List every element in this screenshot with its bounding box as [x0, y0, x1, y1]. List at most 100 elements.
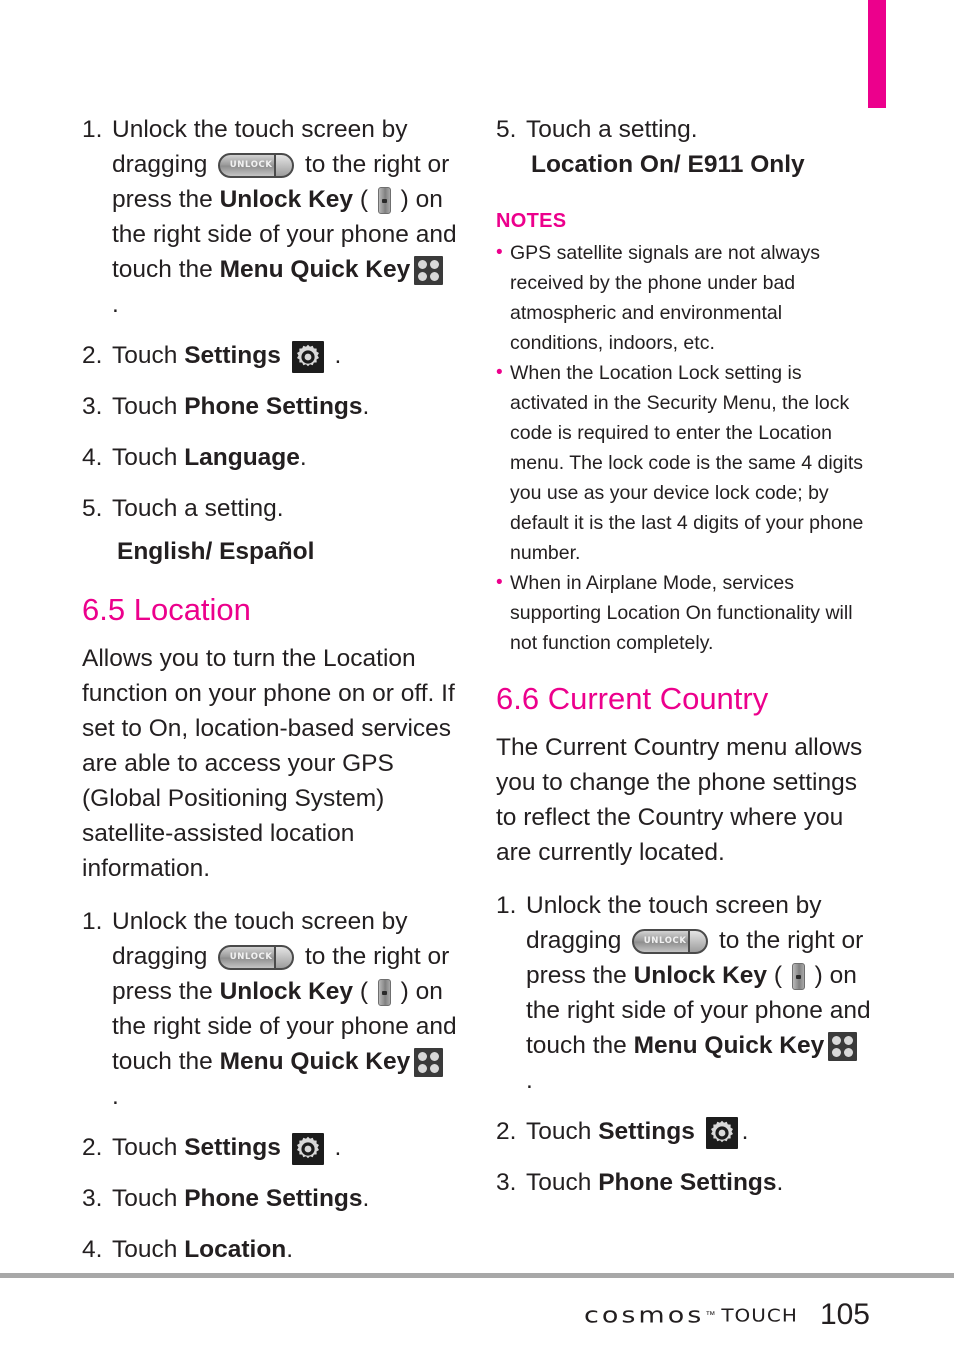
list-number: 2.	[82, 342, 103, 369]
phone-settings-term: Phone Settings	[184, 393, 363, 420]
step-text-e: .	[526, 1067, 533, 1094]
step-text-e: .	[112, 291, 119, 318]
page-number: 105	[819, 1298, 870, 1331]
menu-quick-key-icon	[828, 1032, 858, 1062]
list-number: 3.	[82, 1185, 103, 1212]
step-text-post: .	[362, 393, 370, 420]
settings-gear-icon	[291, 340, 324, 373]
brand-logo-cosmos: cosmos	[584, 1302, 705, 1328]
unlock-side-key-icon	[377, 187, 391, 215]
list-text: Touch a setting.	[112, 495, 284, 522]
list-text: Touch Settings .	[112, 1130, 460, 1165]
language-term: Language	[184, 444, 300, 471]
menu-quick-key-icon	[414, 256, 444, 286]
list-item: 3. Touch Phone Settings.	[496, 1165, 874, 1200]
unlock-slider-cap	[274, 947, 293, 969]
unlock-slider-label: UNLOCK	[643, 936, 687, 947]
list-number: 5.	[496, 116, 517, 143]
step-text: Touch	[112, 1185, 185, 1212]
step-text-post: .	[327, 1134, 342, 1161]
settings-term: Settings	[184, 1134, 281, 1161]
unlock-slider-icon: UNLOCK	[632, 929, 709, 955]
list-number: 4.	[82, 444, 103, 471]
unlock-slider-label: UNLOCK	[229, 952, 273, 963]
step-text-post: .	[327, 342, 342, 369]
step-text-post: .	[286, 1236, 294, 1263]
unlock-slider-icon: UNLOCK	[218, 153, 295, 179]
unlock-key-term: Unlock Key	[219, 186, 354, 213]
list-text: Touch Location.	[112, 1232, 460, 1267]
unlock-side-key-icon	[377, 979, 391, 1007]
step-text-post: .	[776, 1169, 784, 1196]
list-item: 1. Unlock the touch screen by dragging U…	[82, 904, 460, 1114]
note-bullet-icon: •	[496, 242, 503, 263]
note-bullet-icon: •	[496, 572, 503, 593]
note-item: • When in Airplane Mode, services suppor…	[496, 568, 874, 658]
trademark-symbol: ™	[705, 1309, 716, 1321]
right-column: 5. Touch a setting. Location On/ E911 On…	[496, 112, 874, 1216]
list-text: Touch Settings .	[526, 1114, 874, 1149]
settings-term: Settings	[184, 342, 281, 369]
section-body-current-country: The Current Country menu allows you to c…	[496, 734, 863, 866]
list-text: Touch Phone Settings.	[526, 1165, 874, 1200]
note-text: When the Location Lock setting is activa…	[510, 362, 864, 564]
list-item: 5. Touch a setting.	[496, 112, 874, 147]
unlock-slider-label: UNLOCK	[229, 160, 273, 171]
list-item: 1. Unlock the touch screen by dragging U…	[496, 888, 874, 1098]
list-text: Touch Phone Settings.	[112, 1181, 460, 1216]
list-item: 3. Touch Phone Settings.	[82, 389, 460, 424]
list-item: 1. Unlock the touch screen by dragging U…	[82, 112, 460, 322]
note-bullet-icon: •	[496, 362, 503, 383]
list-number: 2.	[82, 1134, 103, 1161]
list-text: Touch Settings .	[112, 338, 460, 373]
list-number: 3.	[82, 393, 103, 420]
settings-term: Settings	[598, 1118, 695, 1145]
list-item: 4. Touch Language.	[82, 440, 460, 475]
list-number: 1.	[496, 892, 517, 919]
list-item: 3. Touch Phone Settings.	[82, 1181, 460, 1216]
list-number: 1.	[82, 908, 103, 935]
side-key-dot	[381, 198, 387, 203]
note-item: • GPS satellite signals are not always r…	[496, 238, 874, 358]
section-body-location: Allows you to turn the Location function…	[82, 645, 455, 882]
step-text: Touch	[112, 1134, 185, 1161]
step-text: Touch	[112, 342, 185, 369]
page-footer: cosmos ™ TOUCH 105	[0, 1290, 954, 1340]
note-text: GPS satellite signals are not always rec…	[510, 242, 820, 354]
unlock-slider-cap	[274, 155, 293, 177]
step-text-e: .	[112, 1083, 119, 1110]
note-text: When in Airplane Mode, services supporti…	[510, 572, 853, 654]
step-text-post: .	[299, 444, 307, 471]
step-text-post: .	[362, 1185, 370, 1212]
setting-options-location: Location On/ E911 Only	[531, 151, 805, 178]
list-number: 4.	[82, 1236, 103, 1263]
notes-heading: NOTES	[496, 210, 567, 232]
menu-quick-key-term: Menu Quick Key	[219, 1048, 411, 1075]
step-text-post: .	[741, 1118, 749, 1145]
menu-quick-key-term: Menu Quick Key	[633, 1032, 825, 1059]
list-item: 2. Touch Settings .	[496, 1114, 874, 1149]
unlock-key-term: Unlock Key	[633, 962, 768, 989]
list-number: 5.	[82, 495, 103, 522]
side-key-dot	[795, 974, 801, 979]
list-text: Unlock the touch screen by dragging UNLO…	[526, 888, 874, 1098]
unlock-side-key-icon	[791, 963, 805, 991]
setting-options-language: English/ Español	[117, 538, 315, 565]
page-tab-marker	[868, 0, 886, 108]
step-text: Touch	[526, 1118, 599, 1145]
step-text: Touch	[112, 393, 185, 420]
phone-settings-term: Phone Settings	[598, 1169, 777, 1196]
section-heading-location: 6.5 Location	[82, 592, 251, 627]
list-item: 2. Touch Settings .	[82, 1130, 460, 1165]
settings-gear-icon	[291, 1132, 324, 1165]
unlock-slider-icon: UNLOCK	[218, 945, 295, 971]
list-number: 3.	[496, 1169, 517, 1196]
menu-quick-key-term: Menu Quick Key	[219, 256, 411, 283]
list-item: 2. Touch Settings .	[82, 338, 460, 373]
step-text: Touch	[112, 444, 185, 471]
step-text-c: (	[353, 186, 375, 213]
location-term: Location	[184, 1236, 287, 1263]
step-text: Touch	[112, 1236, 185, 1263]
left-column: 1. Unlock the touch screen by dragging U…	[82, 112, 460, 1283]
unlock-key-term: Unlock Key	[219, 978, 354, 1005]
